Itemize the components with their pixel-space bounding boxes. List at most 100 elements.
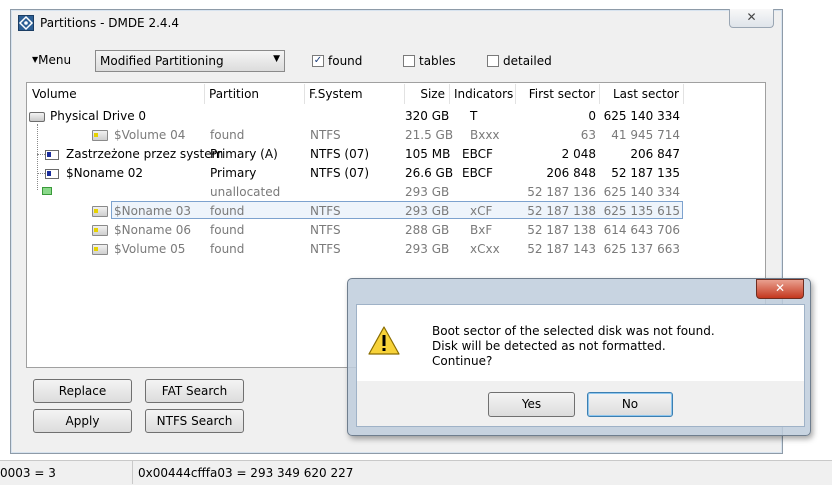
column-header-fsystem[interactable]: F.System [305, 84, 405, 104]
window-close-button[interactable]: ✕ [729, 9, 774, 28]
row-7-last-sector: 625 137 663 [603, 242, 680, 256]
row-2-size: 105 MB [405, 147, 451, 161]
row-4-last-sector: 625 140 334 [603, 185, 680, 199]
menu-button[interactable]: ▼Menu [32, 53, 71, 67]
row-1-volume[interactable]: $Volume 04 [114, 128, 185, 142]
tables-checkbox[interactable] [403, 55, 415, 67]
found-checkbox[interactable]: ✓ [312, 55, 324, 67]
row-5-size: 293 GB [405, 204, 450, 218]
tree-connector [37, 173, 45, 174]
dialog-message-line-1: Boot sector of the selected disk was not… [432, 324, 715, 338]
row-6-indicators: BxF [470, 223, 493, 237]
row-3-first-sector: 206 848 [546, 166, 596, 180]
menu-label: Menu [38, 53, 72, 67]
row-1-first-sector: 63 [580, 128, 596, 142]
tree-connector [37, 124, 38, 190]
row-6-partition: found [210, 223, 245, 237]
row-1-fsystem: NTFS [310, 128, 341, 142]
row-7-fsystem: NTFS [310, 242, 341, 256]
row-5-indicators: xCF [470, 204, 493, 218]
row-3-volume[interactable]: $Noname 02 [66, 166, 143, 180]
row-6-first-sector: 52 187 138 [527, 223, 596, 237]
row-6-size: 288 GB [405, 223, 450, 237]
apply-button[interactable]: Apply [33, 409, 132, 433]
partitioning-mode-value: Modified Partitioning [100, 54, 224, 68]
partitioning-mode-select[interactable]: Modified Partitioning ▼ [95, 50, 285, 72]
tables-label: tables [419, 54, 456, 68]
row-3-partition: Primary [210, 166, 257, 180]
row-0-first-sector: 0 [588, 109, 596, 123]
close-icon: ✕ [774, 281, 786, 295]
dialog-close-button[interactable]: ✕ [756, 279, 804, 299]
detailed-checkbox[interactable] [487, 55, 499, 67]
column-header-volume[interactable]: Volume [28, 84, 205, 104]
volume-icon [92, 225, 108, 236]
tree-connector [37, 154, 45, 155]
row-1-partition: found [210, 128, 245, 142]
row-5-first-sector: 52 187 138 [527, 204, 596, 218]
row-5-last-sector: 625 135 615 [603, 204, 680, 218]
row-7-first-sector: 52 187 143 [527, 242, 596, 256]
yes-button[interactable]: Yes [488, 392, 575, 417]
row-1-size: 21.5 GB [405, 128, 454, 142]
status-right-value: 0x00444cfffa03 = 293 349 620 227 [138, 466, 354, 480]
ntfs-search-button[interactable]: NTFS Search [145, 409, 244, 433]
volume-icon [92, 244, 108, 255]
detailed-label: detailed [503, 54, 552, 68]
row-2-last-sector: 206 847 [630, 147, 680, 161]
row-2-indicators: EBCF [462, 147, 493, 161]
dropdown-arrow-icon: ▼ [273, 54, 280, 64]
row-0-indicators: T [470, 109, 478, 123]
no-button[interactable]: No [587, 392, 673, 417]
found-label: found [328, 54, 363, 68]
row-2-fsystem: NTFS (07) [310, 147, 370, 161]
row-1-indicators: Bxxx [470, 128, 500, 142]
warning-icon [368, 326, 400, 355]
row-5-partition: found [210, 204, 245, 218]
replace-button[interactable]: Replace [33, 379, 132, 403]
status-divider [132, 460, 133, 484]
column-header-first-sector[interactable]: First sector [516, 84, 600, 104]
column-header-indicators[interactable]: Indicators [450, 84, 516, 104]
volume-icon [92, 206, 108, 217]
row-6-volume[interactable]: $Noname 06 [114, 223, 191, 237]
row-7-indicators: xCxx [470, 242, 500, 256]
row-5-fsystem: NTFS [310, 204, 341, 218]
row-0-volume[interactable]: Physical Drive 0 [50, 109, 146, 123]
status-bar [0, 460, 832, 485]
row-7-volume[interactable]: $Volume 05 [114, 242, 185, 256]
row-7-size: 293 GB [405, 242, 450, 256]
column-header-size[interactable]: Size [405, 84, 450, 104]
row-2-volume[interactable]: Zastrzeżone przez system [66, 147, 223, 161]
row-6-last-sector: 614 643 706 [603, 223, 680, 237]
dialog-footer [356, 381, 805, 427]
row-0-last-sector: 625 140 334 [603, 109, 680, 123]
row-6-fsystem: NTFS [310, 223, 341, 237]
row-4-partition[interactable]: unallocated [210, 185, 280, 199]
row-3-size: 26.6 GB [405, 166, 454, 180]
fat-search-button[interactable]: FAT Search [145, 379, 244, 403]
row-4-first-sector: 52 187 136 [527, 185, 596, 199]
app-icon [18, 15, 34, 31]
close-icon: ✕ [746, 10, 757, 24]
row-0-size: 320 GB [405, 109, 450, 123]
hard-drive-icon [29, 112, 45, 122]
status-left-value: 0003 = 3 [0, 466, 56, 480]
unallocated-icon [42, 187, 52, 195]
row-4-size: 293 GB [405, 185, 450, 199]
partition-icon [45, 150, 59, 160]
row-5-volume[interactable]: $Noname 03 [114, 204, 191, 218]
row-1-last-sector: 41 945 714 [611, 128, 680, 142]
row-3-last-sector: 52 187 135 [611, 166, 680, 180]
column-header-last-sector[interactable]: Last sector [600, 84, 684, 104]
row-3-indicators: EBCF [462, 166, 493, 180]
row-2-first-sector: 2 048 [561, 147, 596, 161]
row-3-fsystem: NTFS (07) [310, 166, 370, 180]
dialog-message-line-2: Disk will be detected as not formatted. [432, 339, 666, 353]
window-title: Partitions - DMDE 2.4.4 [40, 16, 179, 30]
selected-row-highlight [111, 201, 683, 219]
row-7-partition: found [210, 242, 245, 256]
volume-icon [92, 130, 108, 141]
dialog-message-line-3: Continue? [432, 354, 493, 368]
column-header-partition[interactable]: Partition [205, 84, 305, 104]
